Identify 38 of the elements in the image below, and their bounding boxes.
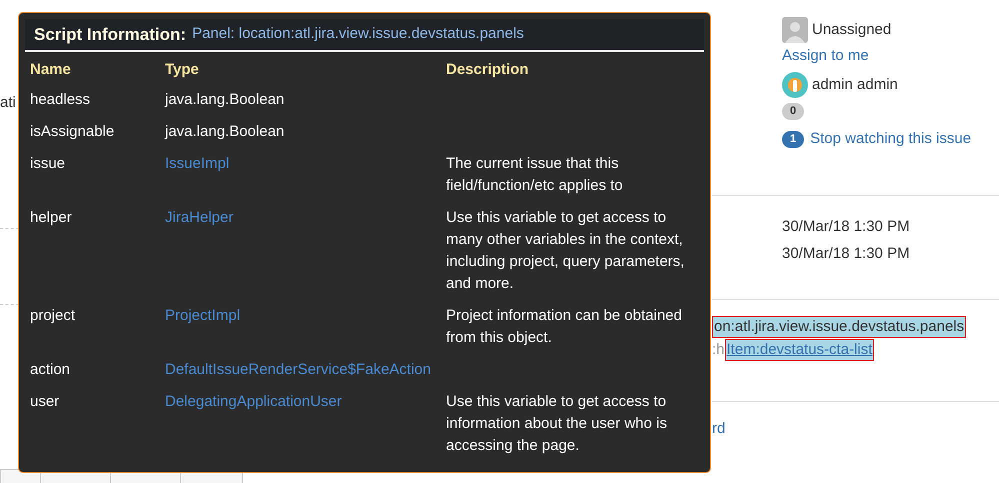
assign-to-me-link[interactable]: Assign to me	[782, 45, 869, 67]
variable-name: headless	[30, 90, 92, 110]
highlighted-link[interactable]: Item:devstatus-cta-list	[724, 339, 874, 361]
watcher-count: 1	[782, 130, 804, 148]
variable-name: action	[30, 360, 72, 380]
link-text[interactable]: rd	[712, 419, 726, 439]
column-header: Name	[30, 60, 71, 80]
type-name: java.lang.Boolean	[165, 123, 284, 140]
variable-description: Use this variable to get access to many other variables in the context, including project, query parameters, and more.	[446, 209, 684, 292]
type-link[interactable]: DelegatingApplicationUser	[165, 393, 342, 410]
variable-name: issue	[30, 154, 66, 174]
variable-name: project	[30, 306, 76, 326]
date-value: 30/Mar/18 1:30 PM	[782, 217, 911, 237]
date-value: 30/Mar/18 1:30 PM	[782, 244, 911, 264]
assignee-name: Unassigned	[812, 20, 892, 40]
variable-description: Use this variable to get access to information about the user who is accessing the page.	[446, 393, 667, 454]
stop-watching-link[interactable]: Stop watching this issue	[810, 129, 972, 149]
avatar-icon	[782, 72, 808, 98]
reporter-name: admin admin	[812, 74, 898, 95]
popup-subtitle: Panel: location:atl.jira.view.issue.devstatus.panels	[192, 24, 524, 44]
popup-title: Script Information:	[34, 24, 186, 46]
type-link[interactable]: ProjectImpl	[165, 307, 240, 324]
type-link[interactable]: IssueImpl	[165, 155, 230, 172]
column-header: Type	[165, 60, 199, 80]
type-link[interactable]: DefaultIssueRenderService$FakeAction	[165, 361, 431, 378]
avatar-icon	[782, 17, 808, 43]
field-label: ati	[0, 93, 16, 113]
variable-name: helper	[30, 208, 73, 228]
vote-count[interactable]: 0	[782, 103, 804, 120]
context-text: :h	[712, 340, 725, 360]
type-link[interactable]: JiraHelper	[165, 209, 234, 226]
highlighted-text: on:atl.jira.view.issue.devstatus.panels	[712, 316, 966, 338]
column-header: Description	[446, 60, 529, 80]
variable-name: user	[30, 392, 60, 412]
variable-name: isAssignable	[30, 122, 116, 142]
variable-description: The current issue that this field/function/etc applies to	[446, 155, 623, 194]
variable-description: Project information can be obtained from this object.	[446, 307, 682, 346]
type-name: java.lang.Boolean	[165, 91, 284, 108]
